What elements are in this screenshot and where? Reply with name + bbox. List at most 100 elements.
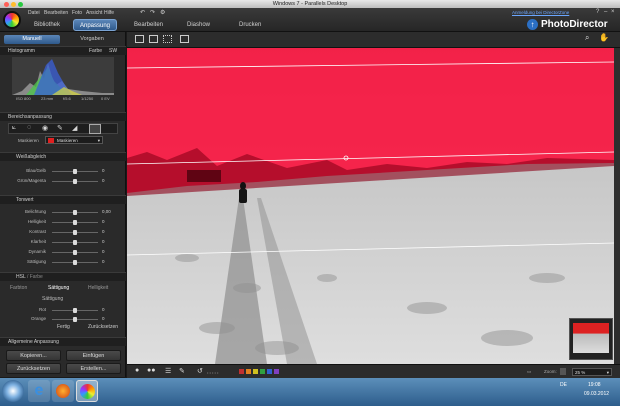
slider-knob[interactable] [73,250,77,255]
menu-edit[interactable]: Bearbeiten [44,10,68,16]
tab-manual[interactable]: Manuell [4,35,60,44]
zoom-icon[interactable] [18,1,23,7]
menu-file[interactable]: Datei [28,10,40,16]
create-button[interactable]: Erstellen... [66,363,121,374]
view-single-icon[interactable] [135,35,144,43]
view-grid-icon[interactable] [163,35,172,43]
hsl-done-button[interactable]: Fertig [57,324,70,330]
firefox-icon[interactable] [52,380,74,402]
slider-track[interactable] [52,250,98,255]
slider-track[interactable] [52,169,98,174]
single-person-icon[interactable]: ● [135,367,139,374]
photodirector-taskbar-icon[interactable] [76,380,98,402]
brush-tool-icon[interactable]: ✎ [57,124,63,132]
slider-value[interactable]: 0 [102,316,105,321]
close-app-icon[interactable]: × [611,9,615,15]
rating-dots[interactable]: • • • • • [207,370,218,375]
hsl-color-link[interactable]: / Farbe [27,274,43,280]
histogram-header[interactable]: Histogramm Farbe SW [0,46,126,55]
color-label-swatch[interactable] [253,369,258,374]
slider-knob[interactable] [73,230,77,235]
slider-value[interactable]: 0 [102,229,105,234]
close-icon[interactable] [4,1,9,7]
view-compare-icon[interactable] [149,35,158,43]
redo-icon[interactable]: ↷ [150,9,155,16]
start-button[interactable] [2,380,24,402]
slider-track[interactable] [52,220,98,225]
slider-knob[interactable] [73,308,77,313]
hsl-tab-hue[interactable]: Farbton [10,285,27,291]
slider-knob[interactable] [73,169,77,174]
slider-value[interactable]: 0 [102,307,105,312]
slider-track[interactable] [52,308,98,313]
hsl-tab-saturation[interactable]: Sättigung [48,285,69,291]
tab-adjust[interactable]: Anpassung [73,19,118,31]
mask-tool-icon[interactable] [89,124,101,134]
slider-knob[interactable] [73,240,77,245]
hsl-header[interactable]: HSL / Farbe [0,272,126,281]
eye-tool-icon[interactable]: ◉ [42,124,48,132]
ie-icon[interactable]: e [28,380,50,402]
slider-track[interactable] [52,179,98,184]
slider-knob[interactable] [73,260,77,265]
tone-header[interactable]: Tonwert [0,195,126,204]
tab-slideshow[interactable]: Diashow [181,19,216,31]
hand-tool-icon[interactable]: ✋ [599,33,609,42]
color-label-swatch[interactable] [246,369,251,374]
minimize-app-icon[interactable]: – [604,9,607,15]
gradient-tool-icon[interactable]: ◢ [72,124,77,132]
color-label-swatch[interactable] [274,369,279,374]
slider-knob[interactable] [73,210,77,215]
tab-print[interactable]: Drucken [233,19,267,31]
vertical-scrollbar[interactable] [614,48,620,364]
slider-value[interactable]: 0 [102,168,105,173]
photo-canvas[interactable] [127,48,614,364]
slider-knob[interactable] [73,220,77,225]
slider-value[interactable]: 0,00 [102,209,111,214]
menu-photo[interactable]: Foto [72,10,82,16]
undo-icon[interactable]: ↶ [140,9,145,16]
slider-track[interactable] [52,210,98,215]
tab-edit[interactable]: Bearbeiten [128,19,169,31]
slider-value[interactable]: 0 [102,249,105,254]
slider-knob[interactable] [73,179,77,184]
color-label-swatch[interactable] [239,369,244,374]
reset-button[interactable]: Zurücksetzen [6,363,61,374]
signin-link[interactable]: Anmeldung bei DirectorZone [512,10,569,15]
general-header[interactable]: Allgemeine Anpassung [0,337,126,346]
slider-knob[interactable] [73,317,77,322]
slider-track[interactable] [52,240,98,245]
regional-header[interactable]: Bereichsanpassung [0,112,126,121]
minimize-icon[interactable] [11,1,16,7]
slider-track[interactable] [52,260,98,265]
tab-presets[interactable]: Vorgaben [64,35,120,44]
people-icon[interactable]: ●● [147,367,155,374]
slider-track[interactable] [52,317,98,322]
color-label-swatch[interactable] [260,369,265,374]
slider-value[interactable]: 0 [102,259,105,264]
slider-value[interactable]: 0 [102,178,105,183]
crop-tool-icon[interactable]: ⟀ [12,124,16,132]
hsl-reset-button[interactable]: Zurücksetzen [88,324,118,330]
view-fullscreen-icon[interactable] [180,35,189,43]
keyboard-lang[interactable]: DE [560,382,567,388]
slider-value[interactable]: 0 [102,219,105,224]
zoom-select[interactable]: 25 % ▾ [572,368,612,376]
list-icon[interactable]: ☰ [165,367,171,375]
menu-help[interactable]: Hilfe [104,10,114,16]
copy-button[interactable]: Kopieren... [6,350,61,361]
mask-select[interactable]: Maskieren ▾ [45,136,103,144]
zoom-fit-icon[interactable]: ▭ [527,369,531,375]
slider-track[interactable] [52,230,98,235]
hsl-tab-luminance[interactable]: Helligkeit [88,285,108,291]
tab-library[interactable]: Bibliothek [28,19,66,31]
white-balance-header[interactable]: Weißabgleich [0,152,126,161]
rotate-icon[interactable]: ↺ [197,367,203,375]
histogram-bw-toggle[interactable]: SW [109,47,117,56]
color-label-swatch[interactable] [267,369,272,374]
navigator-thumbnail[interactable] [569,318,613,360]
pen-icon[interactable]: ✎ [179,367,185,375]
gear-icon[interactable]: ⚙ [160,9,165,16]
spot-tool-icon[interactable]: ◌ [27,124,31,131]
help-button[interactable]: ? [596,9,599,15]
